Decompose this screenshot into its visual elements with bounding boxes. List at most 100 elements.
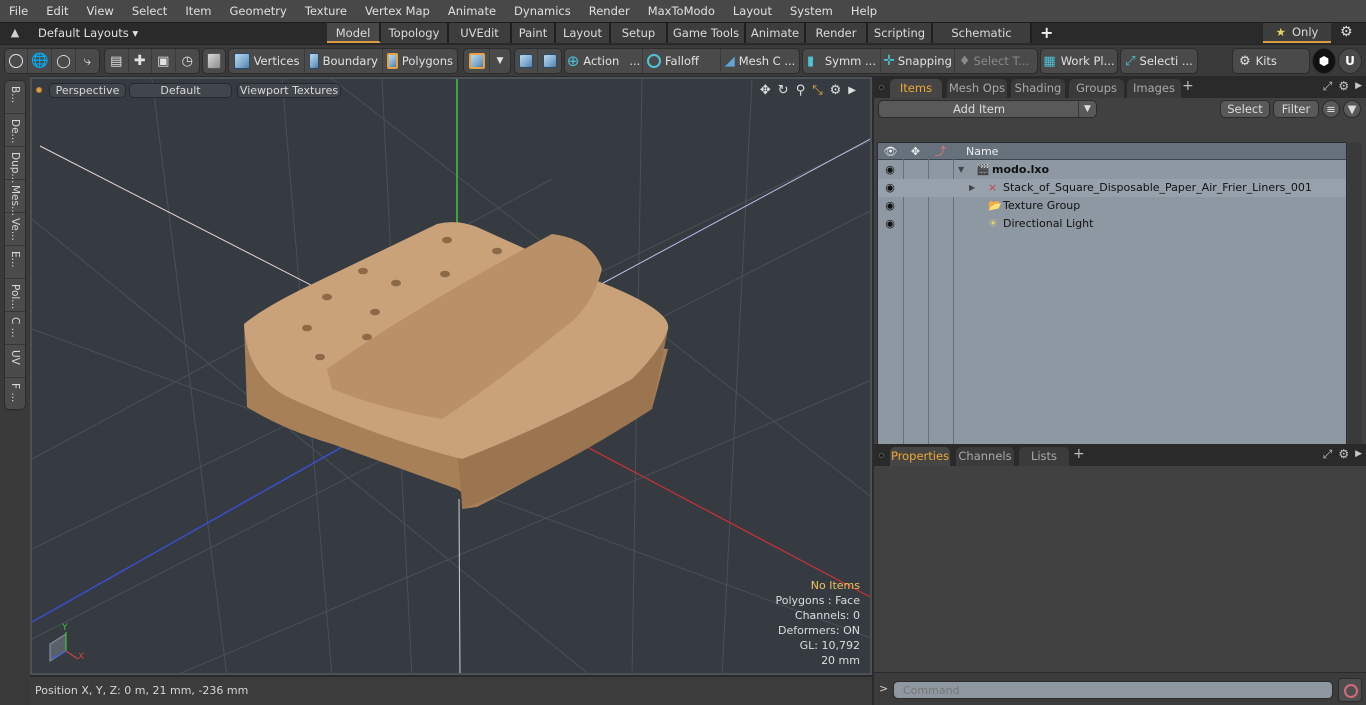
- menu-file[interactable]: File: [0, 0, 37, 22]
- menu-dynamics[interactable]: Dynamics: [505, 0, 580, 22]
- select-through-button[interactable]: ♦ Select T...: [955, 49, 1033, 73]
- tab-images[interactable]: Images: [1127, 79, 1181, 98]
- panel-gear-icon[interactable]: ⚙: [1338, 79, 1349, 94]
- vertices-button[interactable]: Vertices: [229, 49, 305, 73]
- command-input[interactable]: [893, 681, 1333, 699]
- menu-geometry[interactable]: Geometry: [221, 0, 296, 22]
- boundary-button[interactable]: Boundary: [305, 49, 383, 73]
- menu-render[interactable]: Render: [580, 0, 639, 22]
- add-layout-tab-button[interactable]: +: [1032, 23, 1061, 43]
- viewport-canvas[interactable]: YX: [32, 79, 872, 675]
- work-plane-button[interactable]: ▦ Work Pl...: [1041, 49, 1117, 73]
- collapse-arrow-icon[interactable]: ▼: [958, 161, 964, 179]
- cross-button[interactable]: ✚: [129, 49, 153, 73]
- shading-mode-button[interactable]: Default: [129, 83, 232, 98]
- add-item-button[interactable]: Add Item ▼: [878, 100, 1097, 118]
- tool-tab-7[interactable]: C ...: [5, 312, 25, 345]
- panel-arrow-icon[interactable]: ▶: [1355, 79, 1362, 94]
- pivot-button[interactable]: [538, 49, 561, 73]
- expand-icon[interactable]: ⤢: [1323, 79, 1333, 94]
- unreal-button[interactable]: U: [1338, 48, 1362, 74]
- layout-tab-schematic-fusion[interactable]: Schematic Fusion: [933, 23, 1032, 60]
- chevron-down-icon[interactable]: ▼: [1078, 101, 1096, 117]
- menu-layout[interactable]: Layout: [724, 0, 781, 22]
- tree-row[interactable]: ◉ ☀ Directional Light: [878, 215, 1346, 233]
- symmetry-button[interactable]: ▮ Symm ...: [803, 49, 881, 73]
- only-button[interactable]: ★ Only: [1263, 23, 1331, 43]
- add-tab-button[interactable]: +: [1073, 446, 1085, 462]
- tool-tab-0[interactable]: B...: [5, 81, 25, 114]
- material-dropdown[interactable]: ▼: [490, 49, 510, 73]
- tool-tab-4[interactable]: Ve...: [5, 213, 25, 246]
- visibility-column-icon[interactable]: 👁: [878, 143, 903, 160]
- snapping-button[interactable]: ✛ Snapping: [881, 49, 955, 73]
- tree-row[interactable]: ◉ 📂 Texture Group: [878, 197, 1346, 215]
- expand-icon[interactable]: ⤢: [1323, 447, 1333, 462]
- name-column-header[interactable]: Name: [966, 143, 998, 160]
- polygons-button[interactable]: Polygons: [383, 49, 457, 73]
- tool-tab-2[interactable]: Dup...: [5, 147, 25, 183]
- circle-select-button[interactable]: [5, 49, 29, 73]
- layout-tab-game-tools[interactable]: Game Tools: [668, 23, 746, 43]
- dial-button[interactable]: ◷: [176, 49, 199, 73]
- maximize-icon[interactable]: ⤡: [812, 83, 822, 99]
- 3d-viewport[interactable]: YX Perspective Default Viewport Textures…: [30, 77, 872, 675]
- menu-system[interactable]: System: [781, 0, 842, 22]
- layout-select[interactable]: Default Layouts ▾: [38, 23, 138, 44]
- tab-groups[interactable]: Groups: [1069, 79, 1124, 98]
- falloff-button[interactable]: Falloff: [643, 49, 721, 73]
- mesh-constraint-button[interactable]: ◢ Mesh C ...: [721, 49, 799, 73]
- tool-tab-5[interactable]: E...: [5, 246, 25, 279]
- tab-channels[interactable]: Channels: [956, 447, 1014, 466]
- tab-mesh-ops[interactable]: Mesh Ops: [947, 79, 1007, 98]
- action-center-button[interactable]: ⊕ Action...: [565, 49, 643, 73]
- type-column-icon[interactable]: ⤴: [928, 143, 953, 160]
- layout-tab-model[interactable]: Model: [327, 23, 381, 43]
- menu-view[interactable]: View: [78, 0, 123, 22]
- menu-select[interactable]: Select: [123, 0, 176, 22]
- item-mode-button[interactable]: [203, 49, 225, 73]
- panel-menu-dot[interactable]: [879, 453, 884, 458]
- panel-arrow-icon[interactable]: ▶: [1355, 447, 1362, 462]
- layout-tab-paint[interactable]: Paint: [512, 23, 556, 43]
- layout-tab-setup[interactable]: Setup: [611, 23, 668, 43]
- frame-button[interactable]: ▣: [152, 49, 176, 73]
- record-macro-button[interactable]: [1338, 678, 1362, 702]
- tool-tab-6[interactable]: Pol...: [5, 279, 25, 312]
- selection-sets-button[interactable]: ⤢ Selecti ...: [1121, 49, 1197, 73]
- viewport-textures-button[interactable]: Viewport Textures: [237, 83, 341, 98]
- menu-item[interactable]: Item: [176, 0, 220, 22]
- zoom-icon[interactable]: ⚲: [796, 83, 806, 99]
- align-button[interactable]: ▤: [105, 49, 129, 73]
- expand-arrow-icon[interactable]: ▶: [969, 179, 975, 197]
- funnel-icon[interactable]: ▼: [1343, 100, 1361, 118]
- layout-tab-topology[interactable]: Topology: [381, 23, 449, 43]
- collapse-up-icon[interactable]: ▲: [8, 26, 22, 40]
- viewport-menu-dot[interactable]: [36, 87, 42, 93]
- filter-button[interactable]: Filter: [1273, 100, 1319, 118]
- menu-animate[interactable]: Animate: [439, 0, 505, 22]
- layout-tab-uvedit[interactable]: UVEdit: [449, 23, 512, 43]
- panel-menu-dot[interactable]: [879, 85, 884, 90]
- tab-lists[interactable]: Lists: [1019, 447, 1069, 466]
- menu-edit[interactable]: Edit: [37, 0, 77, 22]
- menu-texture[interactable]: Texture: [296, 0, 356, 22]
- menu-vertex-map[interactable]: Vertex Map: [356, 0, 439, 22]
- visibility-eye-icon[interactable]: ◉: [882, 179, 898, 197]
- tool-tab-9[interactable]: F ...: [5, 378, 25, 411]
- pen-button[interactable]: ◯: [52, 49, 76, 73]
- tool-tab-8[interactable]: UV: [5, 345, 25, 378]
- rotate-icon[interactable]: ↻: [778, 83, 789, 99]
- menu-maxtomodo[interactable]: MaxToModo: [639, 0, 724, 22]
- tab-properties[interactable]: Properties: [890, 447, 950, 466]
- hierarchy-toggle-icon[interactable]: ≡: [1322, 100, 1340, 118]
- tab-items[interactable]: Items: [890, 79, 942, 98]
- view-mode-button[interactable]: Perspective: [49, 83, 126, 98]
- vertical-scrollbar[interactable]: [1348, 142, 1362, 462]
- tree-row[interactable]: ◉ ▼ 🎬 modo.lxo: [878, 161, 1346, 179]
- tool-tab-1[interactable]: De...: [5, 114, 25, 147]
- visibility-eye-icon[interactable]: ◉: [882, 197, 898, 215]
- menu-help[interactable]: Help: [842, 0, 886, 22]
- select-button[interactable]: Select: [1220, 100, 1270, 118]
- layout-tab-render[interactable]: Render: [806, 23, 868, 43]
